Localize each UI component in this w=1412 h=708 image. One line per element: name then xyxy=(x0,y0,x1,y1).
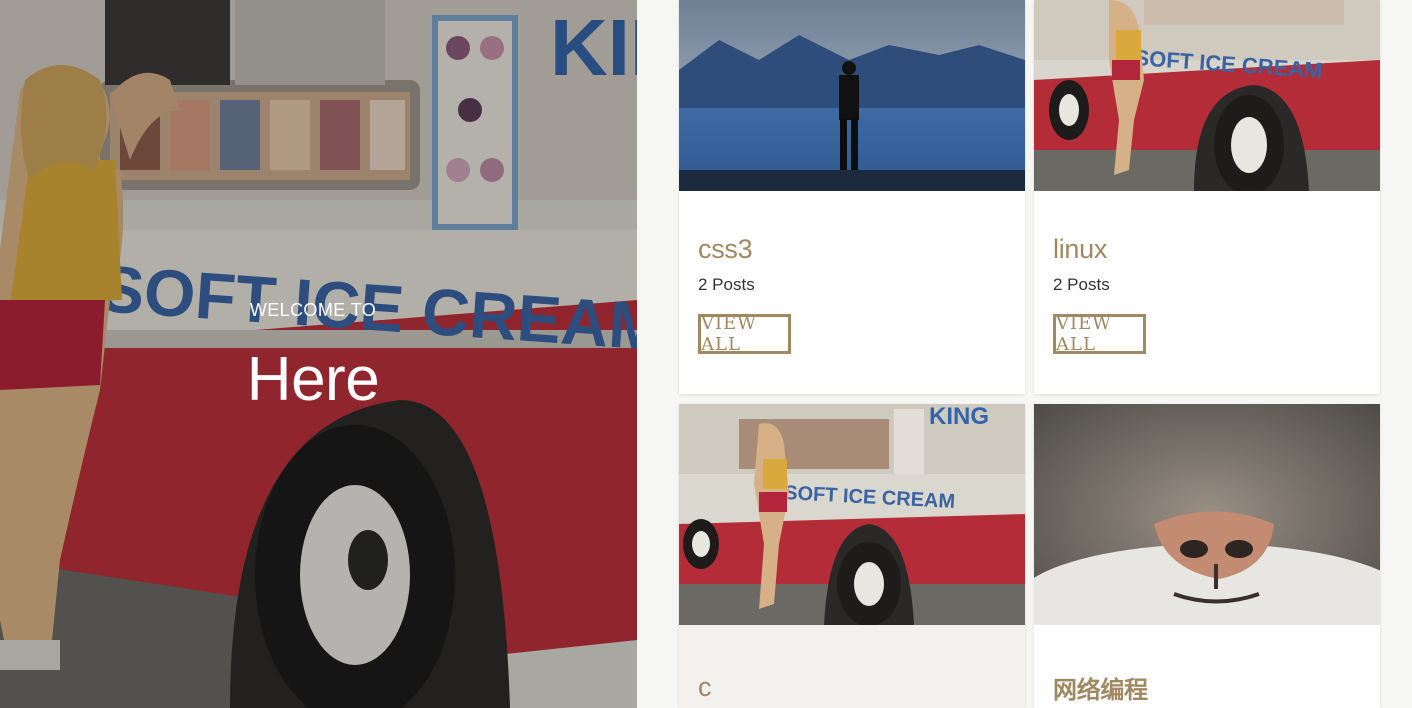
hero-title: Here xyxy=(246,345,380,414)
post-count: 2 Posts xyxy=(1053,275,1110,294)
post-count: 2 Posts xyxy=(698,275,755,294)
category-card-image[interactable] xyxy=(1034,404,1380,625)
view-all-button[interactable]: VIEW ALL xyxy=(698,313,791,355)
category-card-network-programming[interactable]: 网络编程 xyxy=(1034,404,1380,708)
category-card-image[interactable]: KING SOFT ICE CREAM xyxy=(679,404,1025,625)
category-card-css3[interactable]: css3 2 Posts VIEW ALL xyxy=(679,0,1025,394)
category-card-image[interactable]: SOFT ICE CREAM xyxy=(1034,0,1380,191)
category-title[interactable]: c xyxy=(698,672,712,703)
category-card-c[interactable]: KING SOFT ICE CREAM c xyxy=(679,404,1025,708)
hero-section: KIN SOFT ICE CREAM WELCOME TO Here xyxy=(0,0,637,708)
category-title[interactable]: 网络编程 xyxy=(1053,670,1148,705)
view-all-button[interactable]: VIEW ALL xyxy=(1053,313,1146,355)
category-title[interactable]: css3 xyxy=(698,234,753,265)
hero-kicker: WELCOME TO xyxy=(249,300,377,320)
category-card-image[interactable] xyxy=(679,0,1025,191)
hero-text-block: WELCOME TO Here xyxy=(0,0,637,708)
svg-text:KING: KING xyxy=(929,404,989,430)
category-card-linux[interactable]: SOFT ICE CREAM linux 2 Posts VIEW ALL xyxy=(1034,0,1380,394)
category-title[interactable]: linux xyxy=(1053,234,1107,265)
